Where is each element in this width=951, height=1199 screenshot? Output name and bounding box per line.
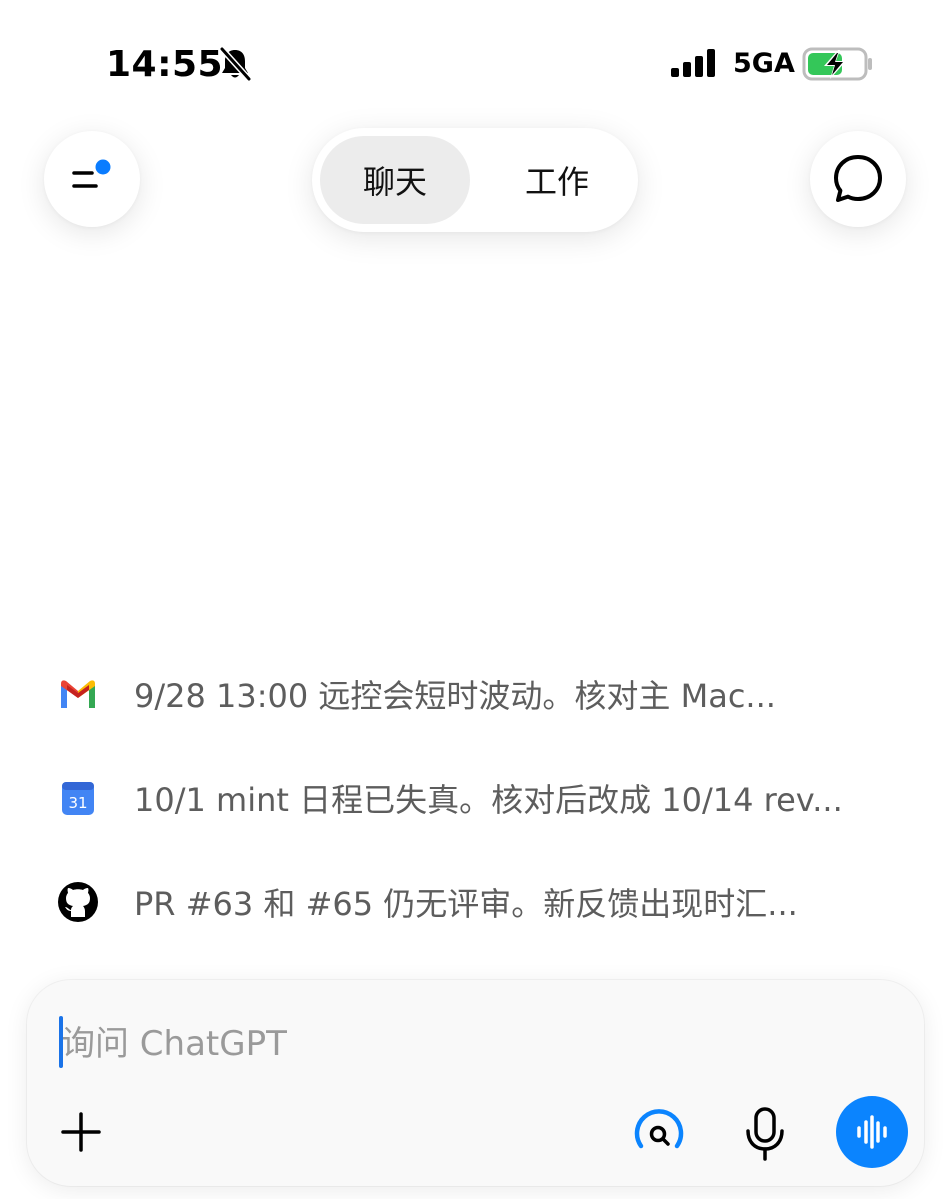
github-icon — [56, 880, 100, 924]
suggestion-item[interactable]: 31 10/1 mint 日程已失真。核对后改成 10/14 rev... — [56, 768, 936, 828]
plus-icon — [61, 1112, 101, 1152]
menu-button[interactable] — [44, 131, 140, 227]
search-button[interactable] — [631, 1106, 687, 1162]
microphone-icon — [746, 1107, 784, 1161]
battery-charging-icon — [802, 47, 872, 81]
menu-icon — [72, 159, 111, 188]
composer — [27, 980, 924, 1186]
search-icon — [634, 1109, 684, 1149]
attach-button[interactable] — [57, 1108, 105, 1156]
mode-switcher: 聊天 工作 — [312, 128, 638, 232]
bell-slash-icon — [219, 46, 252, 82]
tab-chat[interactable]: 聊天 — [320, 136, 470, 224]
notification-dot — [95, 159, 111, 175]
suggestion-text: 10/1 mint 日程已失真。核对后改成 10/14 rev... — [134, 781, 843, 819]
cellular-signal-icon — [671, 49, 715, 77]
calendar-icon: 31 — [56, 776, 100, 820]
suggestion-text: 9/28 13:00 远控会短时波动。核对主 Mac... — [134, 677, 776, 715]
status-time: 14:55 — [106, 44, 224, 85]
chat-bubble-icon — [834, 155, 882, 202]
suggestion-text: PR #63 和 #65 仍无评审。新反馈出现时汇... — [134, 885, 798, 923]
microphone-button[interactable] — [739, 1104, 791, 1164]
suggestion-item[interactable]: PR #63 和 #65 仍无评审。新反馈出现时汇... — [56, 872, 936, 932]
tab-work[interactable]: 工作 — [482, 136, 632, 224]
status-bar: 14:55 5GA — [0, 0, 951, 130]
gmail-icon — [56, 672, 100, 716]
calendar-day: 31 — [68, 794, 87, 812]
text-caret — [59, 1016, 63, 1068]
network-type: 5GA — [733, 48, 795, 79]
waveform-icon — [857, 1115, 887, 1149]
message-input[interactable] — [61, 1016, 821, 1072]
voice-mode-button[interactable] — [836, 1096, 908, 1168]
suggestion-item[interactable]: 9/28 13:00 远控会短时波动。核对主 Mac... — [56, 664, 936, 724]
new-chat-button[interactable] — [810, 131, 906, 227]
